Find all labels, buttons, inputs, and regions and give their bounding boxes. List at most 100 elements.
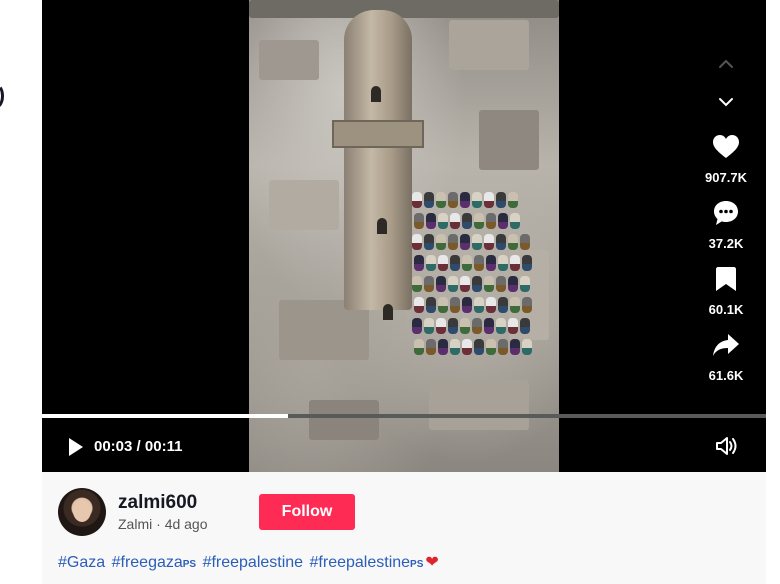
like-action[interactable]: 907.7K bbox=[684, 132, 768, 185]
worshipper-figure bbox=[474, 213, 484, 229]
hashtag-link[interactable]: #freegazaPS bbox=[112, 554, 197, 571]
share-count: 61.6K bbox=[708, 368, 744, 383]
worshipper-figure bbox=[498, 213, 508, 229]
hashtag-text: #freepalestine bbox=[202, 554, 304, 571]
display-name: Zalmi bbox=[118, 516, 153, 532]
volume-icon bbox=[716, 437, 737, 455]
worshipper-figure bbox=[450, 255, 460, 271]
worshipper-figure bbox=[474, 339, 484, 355]
previous-video-button[interactable] bbox=[710, 52, 742, 76]
worshipper-figure bbox=[486, 255, 496, 271]
avatar-face bbox=[73, 500, 91, 522]
worshipper-figure bbox=[462, 297, 472, 313]
worshipper-figure bbox=[426, 339, 436, 355]
share-icon[interactable] bbox=[711, 330, 741, 360]
worshipper-figure bbox=[448, 192, 458, 208]
bookmark-icon[interactable] bbox=[711, 264, 741, 294]
worshipper-figure bbox=[520, 276, 530, 292]
worshipper-figure bbox=[496, 276, 506, 292]
post-age: 4d ago bbox=[164, 516, 208, 532]
worshipper-figure bbox=[508, 276, 518, 292]
worshipper-figure bbox=[486, 213, 496, 229]
hashtag-link[interactable]: #freepalestine bbox=[203, 554, 304, 571]
worshipper-figure bbox=[448, 234, 458, 250]
comment-action[interactable]: 37.2K bbox=[684, 198, 768, 251]
worshippers-group bbox=[412, 192, 534, 360]
like-count: 907.7K bbox=[705, 170, 747, 185]
worshipper-figure bbox=[462, 255, 472, 271]
partial-nav-icon[interactable] bbox=[0, 84, 4, 108]
hashtag-suffix: PS bbox=[410, 559, 424, 570]
minaret-window bbox=[383, 304, 393, 320]
worshipper-figure bbox=[424, 234, 434, 250]
worshipper-figure bbox=[510, 297, 520, 313]
caption-hashtags: #Gaza #freegazaPS #freepalestine #freepa… bbox=[58, 552, 439, 572]
worshipper-figure bbox=[438, 255, 448, 271]
worshipper-figure bbox=[426, 255, 436, 271]
worshipper-figure bbox=[508, 192, 518, 208]
worshipper-figure bbox=[484, 192, 494, 208]
minaret bbox=[344, 10, 412, 310]
time-display: 00:03 / 00:11 bbox=[94, 438, 182, 455]
avatar[interactable] bbox=[58, 488, 106, 536]
worshipper-figure bbox=[448, 276, 458, 292]
tiktok-video-page: 00:03 / 00:11 907.7K 37.2K 60.1K 61.6K z… bbox=[0, 0, 780, 584]
worshipper-figure bbox=[510, 213, 520, 229]
hashtag-link[interactable]: #freepalestinePS bbox=[310, 554, 424, 571]
worshipper-figure bbox=[412, 234, 422, 250]
worshipper-figure bbox=[414, 213, 424, 229]
worshipper-figure bbox=[462, 339, 472, 355]
worshipper-figure bbox=[474, 297, 484, 313]
worshipper-figure bbox=[472, 318, 482, 334]
hashtag-text: #Gaza bbox=[58, 554, 106, 571]
heart-icon[interactable] bbox=[711, 132, 741, 162]
worshipper-figure bbox=[450, 297, 460, 313]
worshipper-figure bbox=[460, 318, 470, 334]
username[interactable]: zalmi600 bbox=[118, 492, 197, 514]
worshipper-figure bbox=[486, 339, 496, 355]
video-info-panel: zalmi600 Zalmi · 4d ago Follow #Gaza #fr… bbox=[42, 472, 766, 584]
video-player[interactable]: 00:03 / 00:11 bbox=[42, 0, 766, 472]
current-time: 00:03 bbox=[94, 438, 133, 455]
hashtag-text: #freepalestine bbox=[309, 554, 411, 571]
worshipper-figure bbox=[522, 339, 532, 355]
worshipper-figure bbox=[460, 276, 470, 292]
video-frame[interactable] bbox=[249, 0, 559, 472]
save-action[interactable]: 60.1K bbox=[684, 264, 768, 317]
worshipper-figure bbox=[522, 297, 532, 313]
worshipper-figure bbox=[508, 234, 518, 250]
minaret-balcony bbox=[332, 120, 424, 148]
hashtag-text: #freegaza bbox=[111, 554, 183, 571]
hashtag-link[interactable]: #Gaza bbox=[58, 554, 105, 571]
worshipper-figure bbox=[448, 318, 458, 334]
next-video-button[interactable] bbox=[710, 90, 742, 114]
progress-fill bbox=[42, 414, 289, 418]
worshipper-figure bbox=[462, 213, 472, 229]
volume-button[interactable] bbox=[714, 434, 740, 458]
worshipper-figure bbox=[510, 339, 520, 355]
worshipper-figure bbox=[450, 213, 460, 229]
worshipper-figure bbox=[438, 297, 448, 313]
progress-bar[interactable] bbox=[42, 414, 766, 418]
share-action[interactable]: 61.6K bbox=[684, 330, 768, 383]
worshipper-figure bbox=[472, 192, 482, 208]
worshipper-figure bbox=[414, 255, 424, 271]
chevron-up-icon bbox=[719, 59, 733, 68]
worshipper-figure bbox=[414, 297, 424, 313]
worshipper-figure bbox=[426, 297, 436, 313]
comment-icon[interactable] bbox=[711, 198, 741, 228]
play-button[interactable] bbox=[64, 436, 86, 458]
worshipper-figure bbox=[426, 213, 436, 229]
worshipper-figure bbox=[436, 234, 446, 250]
worshipper-figure bbox=[486, 297, 496, 313]
worshipper-figure bbox=[436, 276, 446, 292]
side-action-bar: 907.7K 37.2K 60.1K 61.6K bbox=[684, 0, 768, 400]
worshipper-figure bbox=[438, 339, 448, 355]
worshipper-figure bbox=[484, 318, 494, 334]
worshipper-figure bbox=[412, 192, 422, 208]
worshipper-figure bbox=[510, 255, 520, 271]
time-separator: / bbox=[136, 438, 145, 455]
red-heart-emoji: ❤ bbox=[425, 554, 439, 571]
worshipper-figure bbox=[424, 192, 434, 208]
follow-button[interactable]: Follow bbox=[259, 494, 355, 530]
